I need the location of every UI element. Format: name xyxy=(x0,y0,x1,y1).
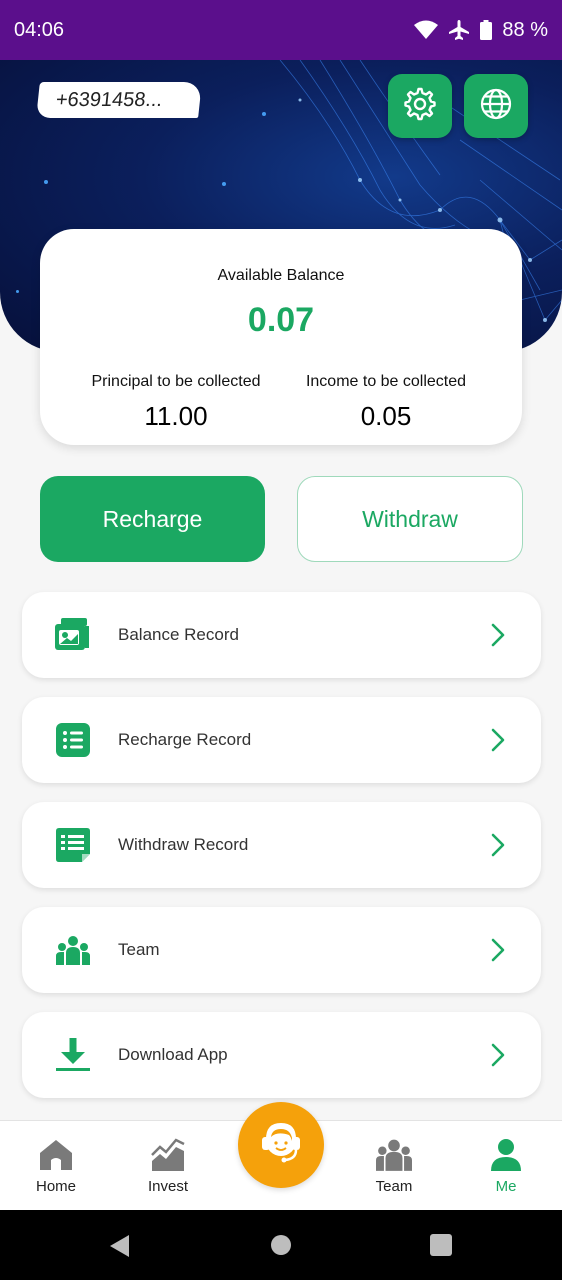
recharge-button[interactable]: Recharge xyxy=(40,476,265,562)
status-bar: 04:06 88 % xyxy=(0,0,562,60)
nav-label-home: Home xyxy=(35,1178,76,1195)
available-balance-label: Available Balance xyxy=(217,267,345,284)
menu-item-label: Download App xyxy=(118,1045,228,1064)
wifi-icon xyxy=(414,20,439,40)
airplane-icon xyxy=(448,19,470,41)
chart-icon xyxy=(150,1137,186,1173)
user-icon xyxy=(488,1137,524,1173)
headset-icon xyxy=(255,1117,307,1174)
nav-label-invest: Invest xyxy=(147,1178,189,1195)
status-time: 04:06 xyxy=(14,18,65,41)
menu-item-withdraw-record[interactable]: Withdraw Record xyxy=(22,802,541,888)
nav-item-team[interactable]: Team xyxy=(338,1121,450,1211)
menu-item-label: Recharge Record xyxy=(118,730,252,749)
globe-icon xyxy=(479,87,513,126)
team-icon xyxy=(54,931,92,969)
nav-item-invest[interactable]: Invest xyxy=(112,1121,224,1211)
chevron-right-icon xyxy=(488,832,508,858)
recents-square-icon[interactable] xyxy=(430,1234,454,1258)
nav-item-home[interactable]: Home xyxy=(0,1121,112,1211)
document-list-icon xyxy=(54,826,92,864)
chevron-right-icon xyxy=(488,622,508,648)
customer-support-button[interactable] xyxy=(238,1102,324,1188)
income-label: Income to be collected xyxy=(305,373,467,390)
income-value: 0.05 xyxy=(360,401,412,431)
menu-item-balance-record[interactable]: Balance Record xyxy=(22,592,541,678)
menu-item-label: Withdraw Record xyxy=(118,835,249,854)
menu-item-download-app[interactable]: Download App xyxy=(22,1012,541,1098)
menu-item-team[interactable]: Team xyxy=(22,907,541,993)
principal-section: Principal to be collected 11.00 xyxy=(56,373,296,432)
nav-label-team: Team xyxy=(375,1178,413,1195)
team-icon xyxy=(376,1137,412,1173)
principal-label: Principal to be collected xyxy=(91,373,261,390)
chevron-right-icon xyxy=(488,727,508,753)
menu-item-label: Team xyxy=(118,940,160,959)
wallet-icon xyxy=(54,616,92,654)
chevron-right-icon xyxy=(488,1042,508,1068)
balance-card: Available Balance 0.07 Principal to be c… xyxy=(40,229,522,445)
nav-item-me[interactable]: Me xyxy=(450,1121,562,1211)
menu-item-recharge-record[interactable]: Recharge Record xyxy=(22,697,541,783)
available-balance-value: 0.07 xyxy=(247,301,315,339)
nav-label-me: Me xyxy=(495,1178,517,1195)
user-phone-number: +6391458... xyxy=(36,82,202,118)
back-icon[interactable] xyxy=(108,1234,132,1258)
gear-icon xyxy=(403,87,437,126)
list-icon xyxy=(54,721,92,759)
home-circle-icon[interactable] xyxy=(270,1234,294,1258)
download-icon xyxy=(54,1036,92,1074)
battery-icon xyxy=(480,20,493,40)
menu-item-label: Balance Record xyxy=(118,625,239,644)
principal-value: 11.00 xyxy=(144,401,208,431)
chevron-right-icon xyxy=(488,937,508,963)
home-icon xyxy=(38,1137,74,1173)
status-icons: 88 % xyxy=(414,19,548,42)
language-button[interactable] xyxy=(464,74,528,138)
system-navigation-bar xyxy=(0,1210,562,1280)
income-section: Income to be collected 0.05 xyxy=(266,373,506,432)
withdraw-button[interactable]: Withdraw xyxy=(297,476,523,562)
settings-button[interactable] xyxy=(388,74,452,138)
battery-percentage: 88 % xyxy=(502,18,548,41)
